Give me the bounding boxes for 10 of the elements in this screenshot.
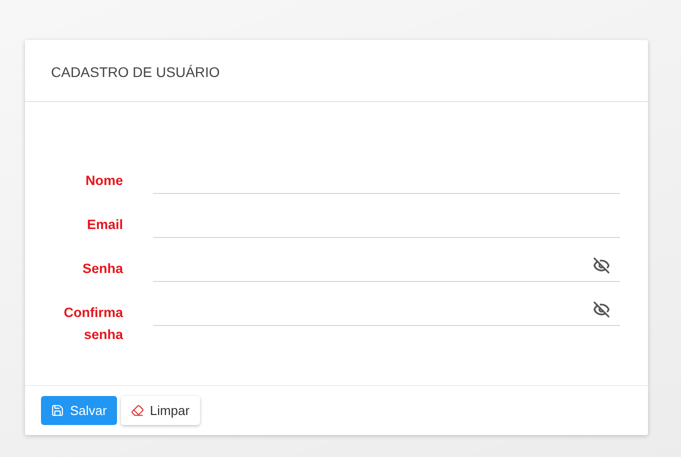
field-label: Email bbox=[86, 216, 123, 234]
clear-button[interactable]: Limpar bbox=[120, 396, 200, 425]
eye-off-icon[interactable] bbox=[593, 301, 610, 318]
eye-off-icon[interactable] bbox=[593, 257, 610, 274]
field-label: Senha bbox=[81, 260, 123, 278]
eraser-icon bbox=[130, 404, 144, 417]
field-label: Confirma senha bbox=[62, 304, 123, 344]
field-label: Nome bbox=[84, 172, 123, 190]
save-icon bbox=[51, 404, 64, 417]
card-title: CADASTRO DE USUÁRIO bbox=[25, 40, 648, 102]
